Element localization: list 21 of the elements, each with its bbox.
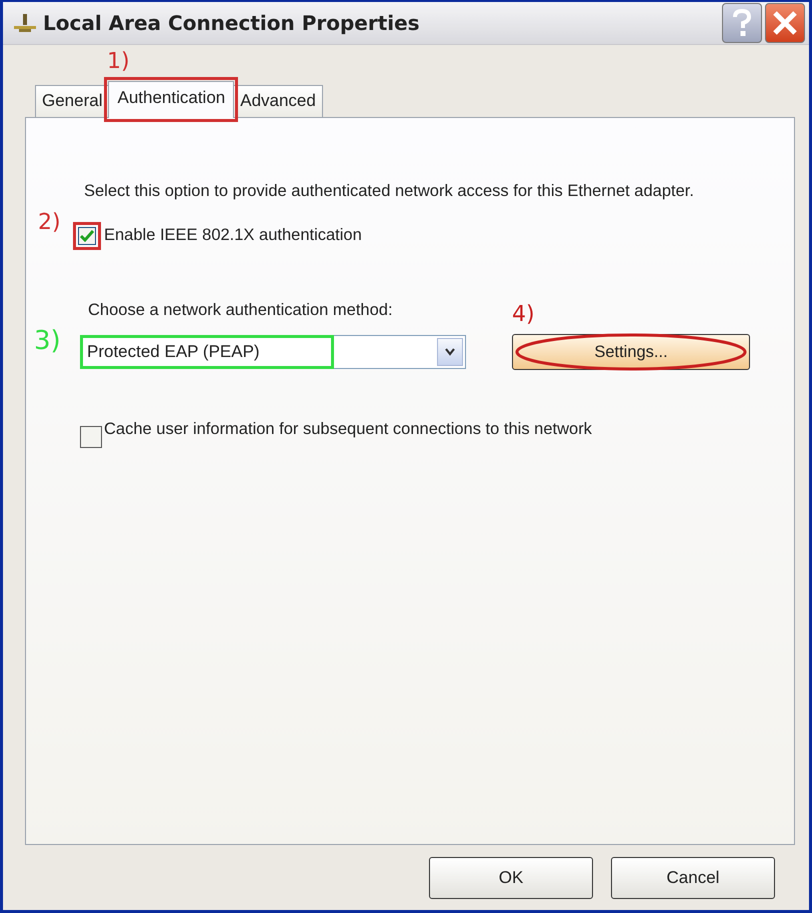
method-label: Choose a network authentication method:	[88, 301, 393, 320]
network-icon	[13, 13, 37, 33]
checkbox-label: Cache user information for subsequent connections to this network	[104, 419, 592, 440]
close-icon	[772, 10, 798, 36]
checkbox[interactable]	[80, 426, 102, 448]
check-icon	[80, 230, 94, 242]
checkbox-label: Enable IEEE 802.1X authentication	[104, 226, 362, 245]
window-title: Local Area Connection Properties	[43, 11, 421, 35]
tab[interactable]: Advanced	[233, 85, 323, 117]
method-dropdown[interactable]: Protected EAP (PEAP)	[80, 335, 466, 369]
dialog-button[interactable]: Cancel	[611, 856, 775, 898]
description-text: Select this option to provide authenticated network access for this Ethernet adapter.	[84, 181, 695, 202]
annotation-label: 4)	[512, 304, 535, 326]
annotation-label: 3)	[34, 328, 61, 354]
annotation-label: 2)	[38, 212, 61, 234]
help-icon	[732, 9, 752, 37]
close-button[interactable]	[765, 3, 805, 43]
tab[interactable]: General	[35, 85, 110, 117]
dialog-button[interactable]: OK	[429, 856, 593, 898]
help-button[interactable]	[722, 3, 762, 43]
annotation-label: 1)	[107, 51, 130, 73]
